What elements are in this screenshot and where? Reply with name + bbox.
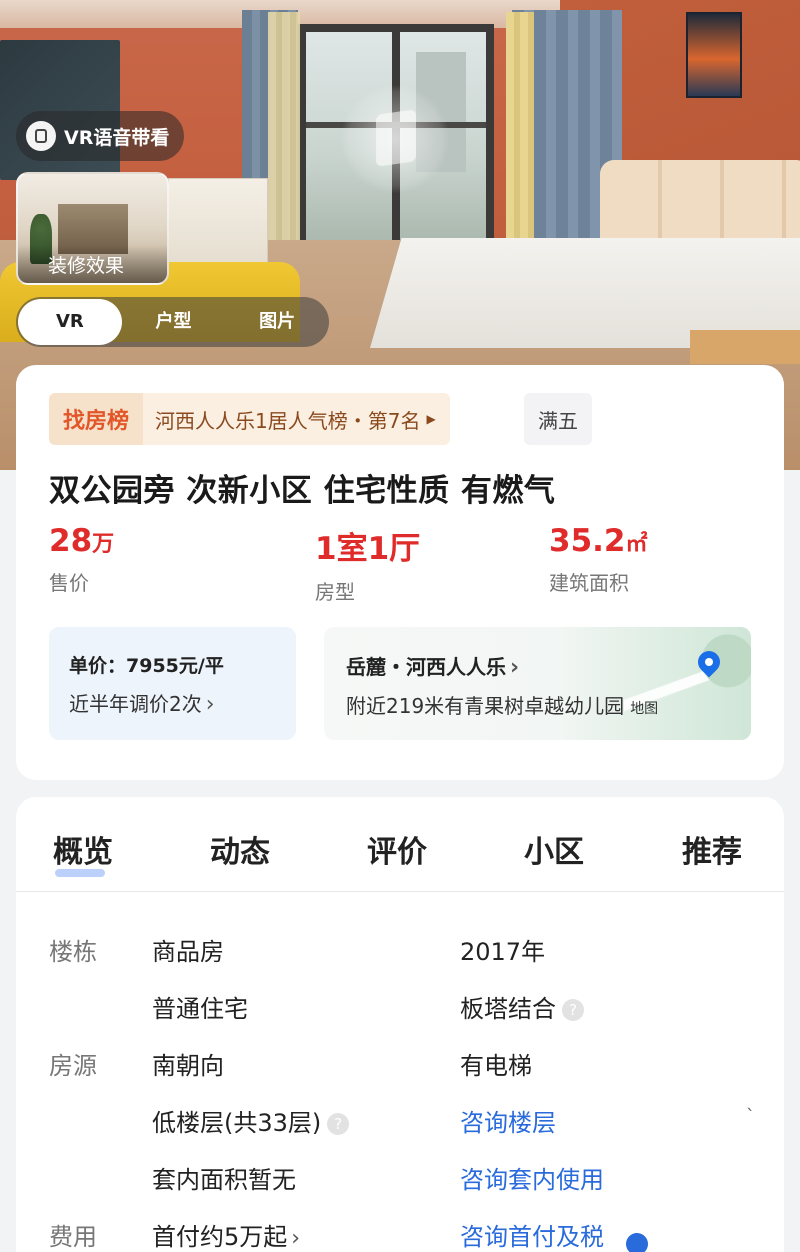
ranking-banner[interactable]: 找房榜 河西人人乐1居人气榜・第7名 ▶ [49,393,450,445]
structure-value: 板塔结合? [460,989,584,1024]
source-label: 房源 [49,1052,97,1080]
layout-kpi: 1室1厅 房型 [315,523,420,605]
vr-voice-icon [26,121,56,151]
chevron-right-icon: ▶ [426,412,436,426]
price-unit: 万 [92,532,115,557]
building-label: 楼栋 [49,938,97,966]
floor-value: 低楼层(共33层)? [152,1103,350,1138]
help-icon[interactable]: ? [327,1113,350,1135]
decoration-effect-label: 装修效果 [18,245,167,283]
tab-reviews[interactable]: 评价 [367,827,427,871]
map-label[interactable]: 地图 [630,701,658,717]
tab-divider [16,891,784,892]
ranking-logo: 找房榜 [49,393,144,445]
area-value: 35.2 [549,523,626,559]
layout-value: 1室1厅 [315,531,421,567]
media-tab-switcher: VR 户型 图片 [16,297,329,347]
area-unit: ㎡ [625,532,648,557]
listing-info-card: 找房榜 河西人人乐1居人气榜・第7名 ▶ 满五 双公园旁 次新小区 住宅性质 有… [16,365,784,780]
price-label: 售价 [49,571,89,595]
structure-text: 板塔结合 [460,995,556,1023]
location-name: 岳麓・河西人人乐 [346,655,506,679]
vr-center-icon[interactable] [340,84,450,194]
chevron-right-icon: › [510,655,520,680]
floor-text: 低楼层(共33层) [152,1109,322,1137]
listing-detail-page: VR语音带看 装修效果 VR 户型 图片 找房榜 河西人人乐1居人气榜・第7名 … [0,0,800,1252]
media-tab-vr[interactable]: VR [18,299,122,345]
cost-label: 费用 [49,1223,97,1251]
inner-area-value: 套内面积暂无 [152,1166,296,1194]
tab-recommend[interactable]: 推荐 [682,827,742,871]
media-tab-floorplan[interactable]: 户型 [122,299,226,345]
room-table [690,330,800,364]
ranking-text: 河西人人乐1居人气榜・第7名 [155,408,421,433]
ranking-logo-text: 找房榜 [63,409,130,434]
unit-price-box[interactable]: 单价：7955元/平 近半年调价2次 › [49,627,296,740]
media-tab-photos[interactable]: 图片 [225,299,329,345]
tax-status-tag: 满五 [524,393,592,445]
unit-price-text: 单价：7955元/平 [69,655,224,677]
help-icon[interactable]: ? [562,999,584,1021]
layout-label: 房型 [315,580,355,604]
build-year-value: 2017年 [460,938,546,966]
wall-poster [686,12,742,98]
overview-section: 概览 动态 评价 小区 推荐 楼栋 商品房 2017年 普通住宅 板塔结合? 房… [16,797,784,1252]
consult-down-payment-link[interactable]: 咨询首付及税 [460,1217,640,1252]
map-thumbnail [624,627,751,740]
consult-inner-area-link[interactable]: 咨询套内使用 [460,1160,622,1195]
chevron-right-icon: › [291,1226,301,1251]
scroll-indicator-icon: ˋ [746,1106,755,1127]
vr-voice-tour-button[interactable]: VR语音带看 [16,111,184,161]
curtain-right-sheer [506,12,534,252]
nearby-poi-text: 附近219米有青果树卓越幼儿园 [346,694,625,718]
area-kpi: 35.2㎡ 建筑面积 [549,523,648,596]
chevron-right-icon: › [205,692,215,717]
location-map-box[interactable]: 岳麓・河西人人乐 › 附近219米有青果树卓越幼儿园 地图 [324,627,751,740]
tab-overview[interactable]: 概览 [53,827,113,877]
area-label: 建筑面积 [549,571,629,595]
orientation-value: 南朝向 [152,1052,224,1080]
vr-voice-label: VR语音带看 [64,126,170,149]
elevator-value: 有电梯 [460,1052,532,1080]
consult-floor-link[interactable]: 咨询楼层 [460,1103,556,1138]
online-consult-badge-icon[interactable] [626,1233,648,1252]
tab-updates[interactable]: 动态 [210,827,270,871]
tab-community[interactable]: 小区 [524,827,584,871]
section-tab-bar: 概览 动态 评价 小区 推荐 [16,827,784,877]
usage-value: 普通住宅 [152,995,248,1023]
price-kpi: 28万 售价 [49,523,114,596]
down-payment-text: 首付约5万起 [152,1223,288,1251]
listing-title: 双公园旁 次新小区 住宅性质 有燃气 [49,473,556,509]
price-value: 28 [49,523,93,559]
property-type-value: 商品房 [152,938,224,966]
price-adjust-text: 近半年调价2次 [69,692,202,716]
decoration-effect-thumbnail[interactable]: 装修效果 [16,172,169,285]
down-payment-value[interactable]: 首付约5万起 › [152,1217,300,1252]
